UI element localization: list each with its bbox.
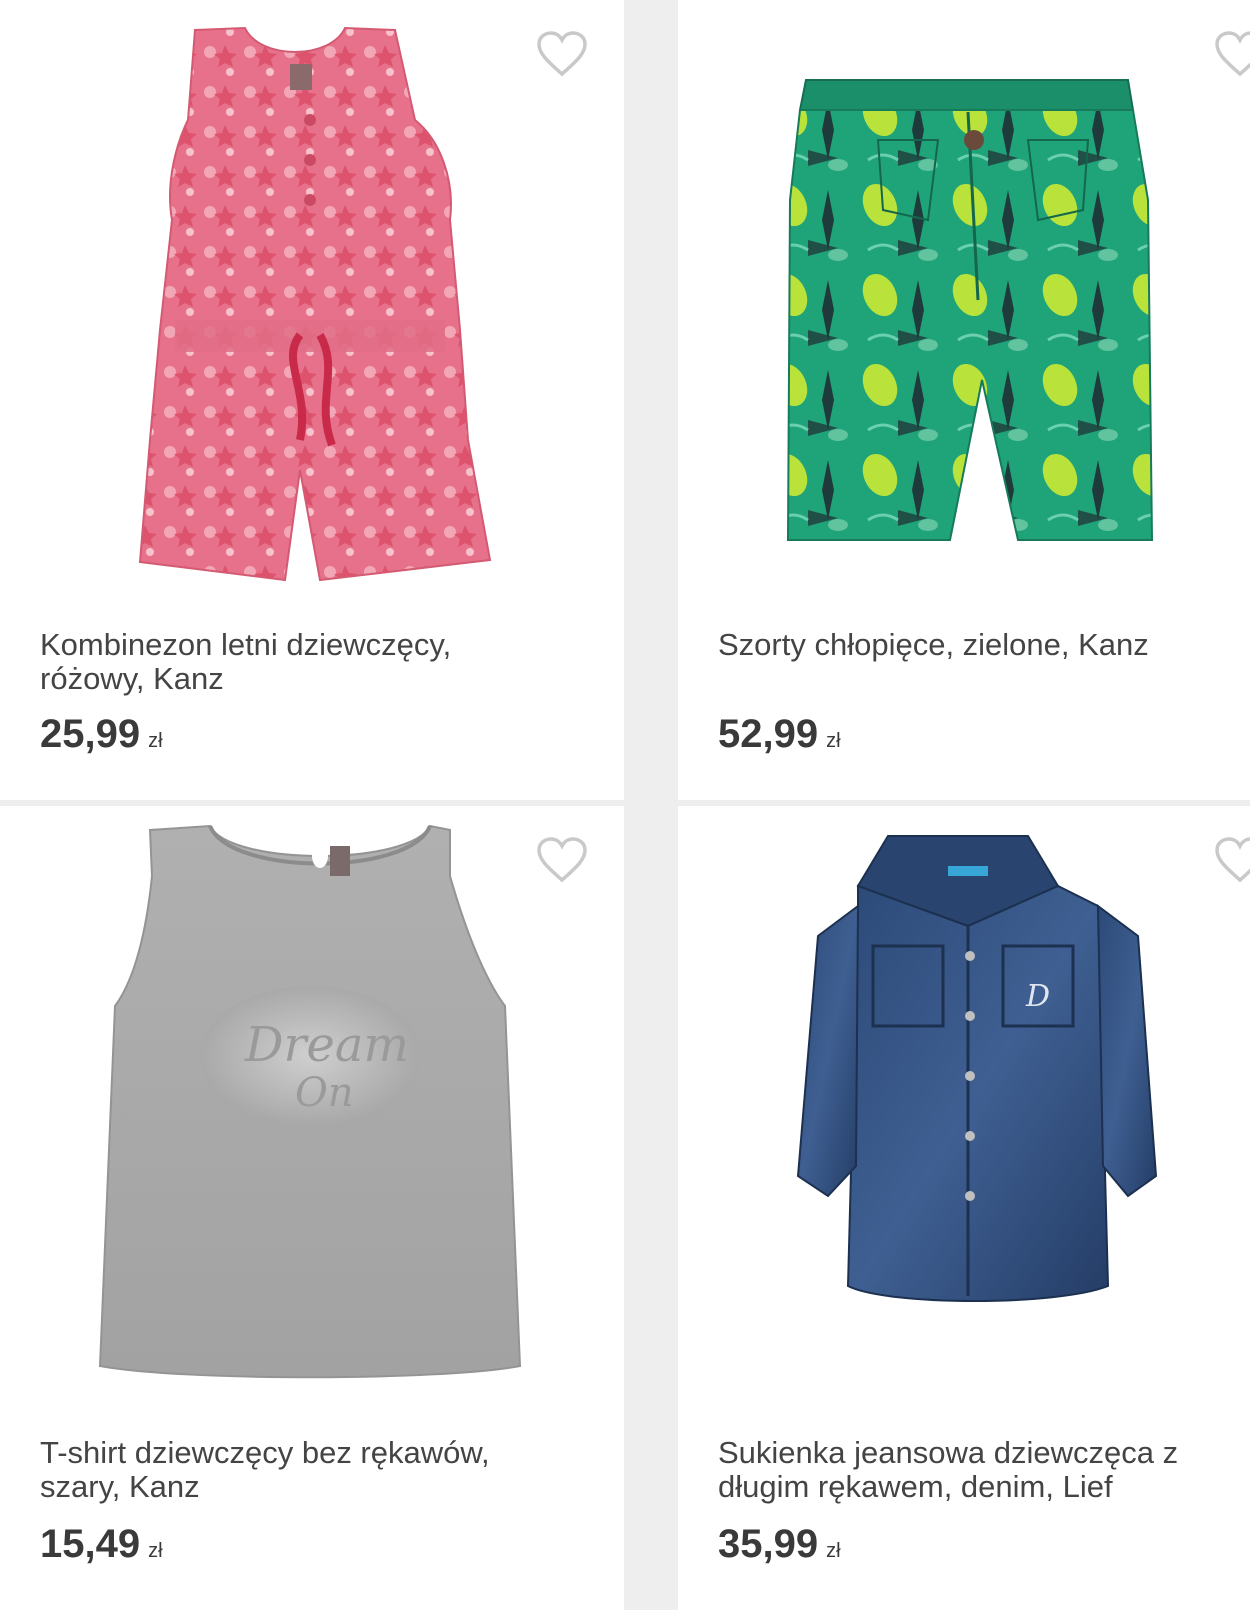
product-name[interactable]: T-shirt dziewczęcy bez rękawów, szary, K… (40, 1436, 560, 1504)
product-card[interactable]: D Sukienka jeansowa dziewczęca z długim … (678, 806, 1250, 1610)
price-value: 25,99 (40, 712, 141, 756)
price-value: 52,99 (718, 712, 819, 756)
product-price: 52,99 zł (718, 712, 841, 757)
product-price: 35,99 zł (718, 1522, 841, 1567)
product-name[interactable]: Szorty chłopięce, zielone, Kanz (718, 628, 1238, 662)
product-price: 15,49 zł (40, 1522, 163, 1567)
svg-text:D: D (1025, 979, 1050, 1014)
price-currency: zł (148, 730, 163, 752)
price-currency: zł (826, 1540, 841, 1562)
price-currency: zł (826, 730, 841, 752)
price-value: 35,99 (718, 1522, 819, 1566)
product-card[interactable]: Kombinezon letni dziewczęcy, różowy, Kan… (0, 0, 624, 800)
price-value: 15,49 (40, 1522, 141, 1566)
wishlist-heart-icon[interactable] (536, 30, 588, 78)
wishlist-heart-icon[interactable] (536, 836, 588, 884)
svg-text:On: On (295, 1070, 354, 1116)
wishlist-heart-icon[interactable] (1214, 836, 1250, 884)
product-image-pink-romper[interactable] (0, 0, 624, 620)
wishlist-heart-icon[interactable] (1214, 30, 1250, 78)
svg-text:Dream: Dream (244, 1017, 409, 1073)
product-image-grey-tank-top[interactable]: Dream On (0, 806, 624, 1426)
product-name[interactable]: Sukienka jeansowa dziewczęca z długim rę… (718, 1436, 1238, 1504)
product-name[interactable]: Kombinezon letni dziewczęcy, różowy, Kan… (40, 628, 560, 696)
product-image-denim-dress[interactable]: D (678, 806, 1250, 1426)
price-currency: zł (148, 1540, 163, 1562)
product-image-green-shorts[interactable] (678, 0, 1250, 620)
product-price: 25,99 zł (40, 712, 163, 757)
product-card[interactable]: Dream On T-shirt dziewczęcy bez rękawów,… (0, 806, 624, 1610)
product-card[interactable]: Szorty chłopięce, zielone, Kanz 52,99 zł (678, 0, 1250, 800)
